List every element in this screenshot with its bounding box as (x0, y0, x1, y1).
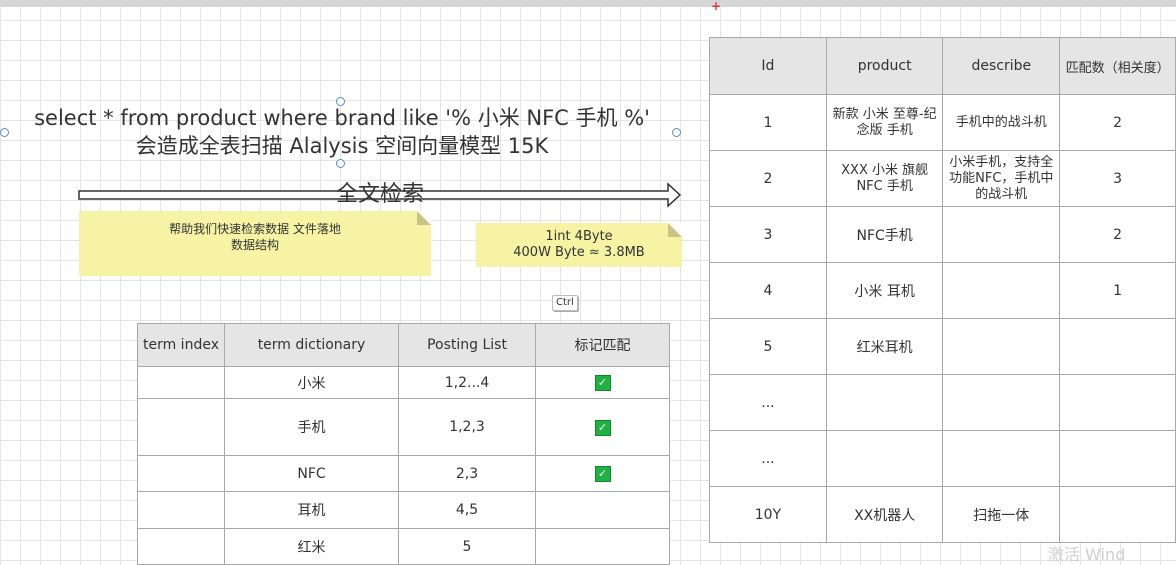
sticky-note-data-structure[interactable]: 帮助我们快速检索数据 文件落地 数据结构 (79, 211, 431, 276)
term-index-cell (137, 528, 225, 565)
score-cell: 3 (1059, 150, 1176, 207)
score-cell (1059, 318, 1176, 375)
id-cell: 3 (709, 206, 827, 263)
describe-cell (942, 374, 1061, 431)
table-row[interactable]: 3 NFC手机 2 (709, 206, 1176, 263)
table-row[interactable]: ... (709, 430, 1176, 487)
table-row[interactable]: 红米 5 (137, 528, 670, 565)
id-cell: ... (709, 430, 827, 487)
activation-watermark: 激活 Wind (1048, 545, 1126, 564)
id-cell: 2 (709, 150, 827, 207)
term-index-cell (137, 491, 225, 529)
top-toolbar-strip (0, 0, 1176, 7)
describe-cell (942, 318, 1061, 375)
describe-cell (942, 206, 1061, 263)
score-cell: 2 (1059, 94, 1176, 151)
score-cell (1059, 486, 1176, 543)
match-cell (535, 491, 670, 529)
checked-checkbox-icon[interactable]: ✓ (594, 375, 611, 391)
term-cell: 耳机 (224, 491, 399, 529)
id-cell: 10Y (709, 486, 827, 543)
describe-cell: 小米手机，支持全功能NFC，手机中的战斗机 (942, 150, 1061, 207)
id-cell: 5 (709, 318, 827, 375)
table-row[interactable]: 1 新款 小米 至尊-纪念版 手机 手机中的战斗机 2 (709, 94, 1176, 151)
product-cell: XX机器人 (825, 486, 944, 543)
table-row[interactable]: 10Y XX机器人 扫拖一体 (709, 486, 1176, 543)
product-cell: XXX 小米 旗舰 NFC 手机 (825, 150, 944, 207)
selection-handle-top[interactable] (336, 97, 345, 106)
id-cell: 4 (709, 262, 827, 319)
sticky-note-memory-size[interactable]: 1int 4Byte 400W Byte ≈ 3.8MB (476, 223, 682, 267)
term-cell: 小米 (224, 366, 399, 399)
score-cell (1059, 430, 1176, 487)
note-fold-icon (668, 223, 682, 237)
checked-checkbox-icon[interactable]: ✓ (594, 466, 611, 482)
header-product: product (825, 37, 944, 95)
term-cell: NFC (224, 455, 399, 492)
header-posting-list: Posting List (398, 323, 536, 367)
ctrl-key-indicator: Ctrl (552, 295, 578, 311)
match-cell (535, 528, 670, 565)
term-index-cell (137, 366, 225, 399)
product-cell: 小米 耳机 (825, 262, 944, 319)
note-fold-icon (417, 211, 431, 225)
product-cell: 新款 小米 至尊-纪念版 手机 (825, 94, 944, 151)
term-index-cell (137, 455, 225, 492)
header-id: Id (709, 37, 827, 95)
table-row[interactable]: 小米 1,2...4 ✓ (137, 366, 670, 399)
arrow-label: 全文检索 (335, 182, 424, 207)
product-cell (825, 430, 944, 487)
product-cell: NFC手机 (825, 206, 944, 263)
header-match-mark: 标记匹配 (535, 323, 670, 367)
header-term-dictionary: term dictionary (224, 323, 399, 367)
note2-line-1: 1int 4Byte (545, 229, 613, 244)
selection-handle-right[interactable] (672, 128, 681, 137)
plus-marker-icon: + (711, 0, 722, 13)
posting-cell: 5 (398, 528, 536, 565)
table-row[interactable]: 2 XXX 小米 旗舰 NFC 手机 小米手机，支持全功能NFC，手机中的战斗机… (709, 150, 1176, 207)
note2-line-2: 400W Byte ≈ 3.8MB (513, 245, 645, 260)
table-row[interactable]: ... (709, 374, 1176, 431)
id-cell: ... (709, 374, 827, 431)
product-cell: 红米耳机 (825, 318, 944, 375)
selection-handle-bottom[interactable] (336, 159, 345, 168)
table-row[interactable]: 5 红米耳机 (709, 318, 1176, 375)
header-describe: describe (942, 37, 1061, 95)
score-cell: 2 (1059, 206, 1176, 263)
describe-cell (942, 430, 1061, 487)
describe-cell: 扫拖一体 (942, 486, 1061, 543)
header-term-index: term index (137, 323, 225, 367)
posting-cell: 4,5 (398, 491, 536, 529)
caption-line-2: 会造成全表扫描 Alalysis 空间向量模型 15K (135, 134, 549, 158)
posting-cell: 1,2,3 (398, 398, 536, 456)
term-index-table[interactable]: term index term dictionary Posting List … (137, 323, 670, 565)
product-cell (825, 374, 944, 431)
table-row[interactable]: 手机 1,2,3 ✓ (137, 398, 670, 456)
match-cell: ✓ (535, 455, 670, 492)
term-cell: 红米 (224, 528, 399, 565)
id-cell: 1 (709, 94, 827, 151)
match-cell: ✓ (535, 398, 670, 456)
checked-checkbox-icon[interactable]: ✓ (594, 419, 611, 436)
match-cell: ✓ (535, 366, 670, 399)
score-cell (1059, 374, 1176, 431)
term-index-cell (137, 398, 225, 456)
posting-cell: 1,2...4 (398, 366, 536, 399)
table-row[interactable]: NFC 2,3 ✓ (137, 455, 670, 492)
query-caption[interactable]: select * from product where brand like '… (12, 104, 672, 160)
caption-line-1: select * from product where brand like '… (34, 106, 650, 130)
score-cell: 1 (1059, 262, 1176, 319)
describe-cell (942, 262, 1061, 319)
product-table[interactable]: Id product describe 匹配数（相关度） 1 新款 小米 至尊-… (709, 37, 1176, 543)
header-match-count: 匹配数（相关度） (1059, 37, 1176, 95)
table-row[interactable]: 耳机 4,5 (137, 491, 670, 529)
term-cell: 手机 (224, 398, 399, 456)
note1-line-1: 帮助我们快速检索数据 文件落地 (169, 222, 341, 236)
describe-cell: 手机中的战斗机 (942, 94, 1061, 151)
selection-handle-left[interactable] (0, 128, 9, 137)
table-row[interactable]: 4 小米 耳机 1 (709, 262, 1176, 319)
note1-line-2: 数据结构 (230, 238, 279, 252)
posting-cell: 2,3 (398, 455, 536, 492)
